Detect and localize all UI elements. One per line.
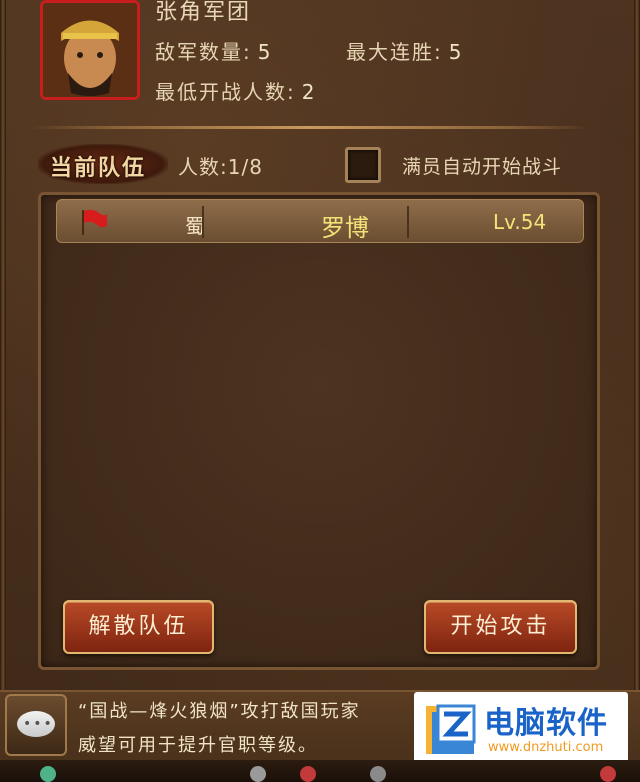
auto-start-checkbox[interactable] bbox=[345, 147, 381, 183]
frame-edge-right bbox=[634, 0, 640, 690]
general-portrait[interactable] bbox=[40, 0, 140, 100]
row-separator bbox=[202, 206, 204, 238]
member-count: 人数:1/8 bbox=[178, 155, 263, 179]
toolbar-sword-icon[interactable] bbox=[370, 766, 386, 782]
general-portrait-icon bbox=[43, 3, 137, 97]
header-divider bbox=[30, 126, 590, 129]
enemy-count-value: 5 bbox=[257, 40, 273, 64]
member-list-panel bbox=[38, 192, 600, 670]
min-players-value: 2 bbox=[301, 80, 317, 104]
chat-message-line-1: “国战—烽火狼烟”攻打敌国玩家 bbox=[78, 701, 361, 722]
toolbar-badge-icon[interactable] bbox=[300, 766, 316, 782]
chat-bubble-icon: ••• bbox=[17, 711, 55, 737]
current-team-tag: 当前队伍 bbox=[50, 156, 147, 181]
max-streak-label: 最大连胜: bbox=[346, 40, 443, 64]
chat-message-line-2: 威望可用于提升官职等级。 bbox=[78, 735, 318, 756]
min-players-stat: 最低开战人数: 2 bbox=[155, 76, 316, 105]
flag-icon bbox=[79, 208, 109, 240]
member-row[interactable]: 蜀 罗博 Lv.54 bbox=[56, 199, 584, 243]
row-separator bbox=[407, 206, 409, 238]
frame-edge-left bbox=[0, 0, 6, 690]
watermark-title: 电脑软件 bbox=[484, 706, 608, 741]
max-streak-stat: 最大连胜: 5 bbox=[346, 36, 463, 65]
toolbar-alert-icon[interactable] bbox=[600, 766, 616, 782]
member-level: Lv.54 bbox=[493, 210, 547, 234]
team-name: 张角军团 bbox=[155, 0, 252, 25]
start-attack-button[interactable]: 开始攻击 bbox=[424, 600, 577, 654]
watermark: 电脑软件 www.dnzhuti.com bbox=[414, 692, 628, 768]
bottom-toolbar bbox=[0, 760, 640, 782]
member-name: 罗博 bbox=[321, 214, 369, 242]
disband-team-button[interactable]: 解散队伍 bbox=[63, 600, 214, 654]
min-players-label: 最低开战人数: bbox=[155, 80, 296, 104]
max-streak-value: 5 bbox=[448, 40, 464, 64]
toolbar-gem-icon[interactable] bbox=[40, 766, 56, 782]
enemy-count-stat: 敌军数量: 5 bbox=[155, 36, 272, 65]
toolbar-helmet-icon[interactable] bbox=[250, 766, 266, 782]
watermark-url: www.dnzhuti.com bbox=[488, 740, 604, 755]
watermark-logo-icon bbox=[426, 704, 476, 754]
enemy-count-label: 敌军数量: bbox=[155, 40, 252, 64]
auto-start-label: 满员自动开始战斗 bbox=[402, 156, 563, 178]
